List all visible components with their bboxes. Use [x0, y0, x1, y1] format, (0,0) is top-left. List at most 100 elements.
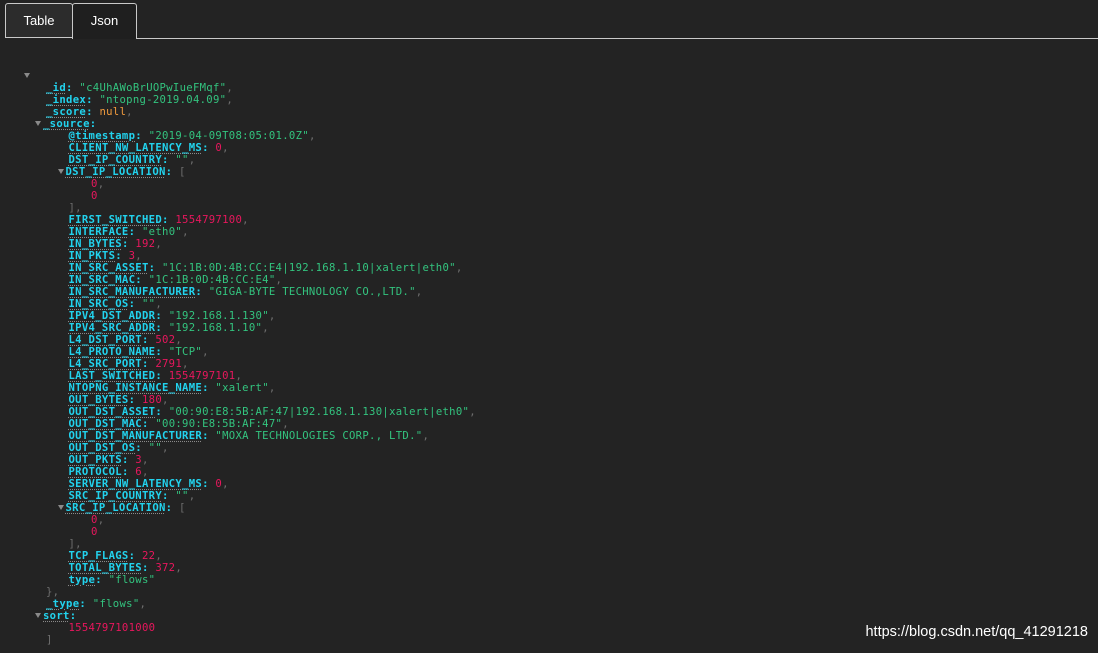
- json-comma: ,: [175, 562, 183, 574]
- json-key-timestamp[interactable]: @timestamp: [69, 130, 136, 142]
- json-key-type[interactable]: type: [69, 574, 96, 586]
- json-key-sort[interactable]: sort: [43, 610, 70, 622]
- caret-down-icon[interactable]: [35, 613, 41, 618]
- json-array-close: ],: [69, 202, 82, 214]
- json-comma: ,: [226, 94, 234, 106]
- json-key-out-dst-os[interactable]: OUT_DST_OS: [69, 442, 136, 454]
- caret-down-icon[interactable]: [24, 73, 30, 78]
- json-key-src-ip-location[interactable]: SRC_IP_LOCATION: [66, 502, 166, 514]
- json-brace-close: },: [46, 586, 60, 598]
- json-value-out-bytes: 180: [141, 394, 163, 406]
- json-row-in-src-manufacturer: IN_SRC_MANUFACTURER: "GIGA-BYTE TECHNOLO…: [69, 286, 423, 298]
- json-key-src-ip-country[interactable]: SRC_IP_COUNTRY: [69, 490, 163, 502]
- json-value-l4-src-port: 2791: [155, 358, 183, 370]
- json-value-out-dst-mac: "00:90:E8:5B:AF:47": [155, 418, 283, 430]
- json-value-id: "c4UhAWoBrUOPwIueFMqf": [79, 82, 227, 94]
- json-key-in-src-os[interactable]: IN_SRC_OS: [69, 298, 129, 310]
- json-key-out-dst-asset[interactable]: OUT_DST_ASSET: [69, 406, 156, 418]
- json-comma: ,: [222, 142, 229, 154]
- json-key-server-nw-latency-ms[interactable]: SERVER_NW_LATENCY_MS: [69, 478, 203, 490]
- json-row-tcp-flags: TCP_FLAGS: 22,: [69, 550, 163, 562]
- json-row-src-ip-country: SRC_IP_COUNTRY: "",: [69, 490, 196, 502]
- json-array-value: 0: [91, 178, 98, 190]
- json-value-text: 00:90:E8:5B:AF:47: [162, 418, 276, 430]
- json-key-interface[interactable]: INTERFACE: [69, 226, 129, 238]
- json-value-text: 1C:1B:0D:4B:CC:E4: [155, 274, 269, 286]
- json-array-value: 0: [91, 526, 98, 538]
- json-comma: ,: [262, 322, 269, 334]
- json-row-index: _index: "ntopng-2019.04.09",: [46, 94, 233, 106]
- json-key-dst-ip-location[interactable]: DST_IP_LOCATION: [66, 166, 166, 178]
- json-key-score[interactable]: _score: [46, 106, 86, 118]
- app-window: Table Json _id: "c4UhAWoBrUOPwIueFMqf", _…: [0, 0, 1098, 653]
- json-value-in-src-asset: "1C:1B:0D:4B:CC:E4|192.168.1.10|xalert|e…: [162, 262, 456, 274]
- json-colon: :: [155, 322, 169, 334]
- json-value-index: "ntopng-2019.04.09": [99, 94, 227, 106]
- json-colon: :: [141, 334, 156, 346]
- json-key-in-src-manufacturer[interactable]: IN_SRC_MANUFACTURER: [69, 286, 196, 298]
- json-key-out-dst-mac[interactable]: OUT_DST_MAC: [69, 418, 142, 430]
- json-comma: ,: [175, 334, 183, 346]
- watermark: https://blog.csdn.net/qq_41291218: [865, 624, 1088, 640]
- json-value-out-dst-os: "": [148, 442, 163, 454]
- caret-down-icon[interactable]: [35, 121, 41, 126]
- json-comma: ,: [162, 442, 169, 454]
- json-key-ipv4-src-addr[interactable]: IPV4_SRC_ADDR: [69, 322, 156, 334]
- json-key-l4-src-port[interactable]: L4_SRC_PORT: [69, 358, 142, 370]
- json-comma: ,: [188, 490, 196, 502]
- json-row-l4-dst-port: L4_DST_PORT: 502,: [69, 334, 183, 346]
- json-value-first-switched: 1554797100: [175, 214, 243, 226]
- json-colon: :: [135, 442, 149, 454]
- json-key-client-nw-latency-ms[interactable]: CLIENT_NW_LATENCY_MS: [69, 142, 203, 154]
- json-row-out-dst-os: OUT_DST_OS: "",: [69, 442, 169, 454]
- json-key-first-switched[interactable]: FIRST_SWITCHED: [69, 214, 163, 226]
- tab-table[interactable]: Table: [5, 3, 73, 38]
- json-value-l4-proto-name: "TCP": [168, 346, 203, 358]
- json-row-type: type: "flows": [69, 574, 156, 586]
- json-comma: ,: [268, 310, 276, 322]
- json-key-l4-dst-port[interactable]: L4_DST_PORT: [69, 334, 142, 346]
- json-value-total-bytes: 372: [155, 562, 176, 574]
- json-colon: :: [202, 430, 216, 442]
- json-key-ntopng-instance-name[interactable]: NTOPNG_INSTANCE_NAME: [69, 382, 203, 394]
- caret-down-icon[interactable]: [57, 169, 64, 174]
- json-key-type[interactable]: _type: [46, 598, 79, 610]
- json-key-in-bytes[interactable]: IN_BYTES: [69, 238, 122, 250]
- json-colon: :: [128, 550, 142, 562]
- tab-json[interactable]: Json: [72, 3, 137, 39]
- json-array-item: 0: [91, 190, 98, 202]
- json-key-in-src-asset[interactable]: IN_SRC_ASSET: [69, 262, 149, 274]
- json-comma: ,: [308, 130, 316, 142]
- json-row-ipv4-src-addr: IPV4_SRC_ADDR: "192.168.1.10",: [69, 322, 269, 334]
- json-key-out-bytes[interactable]: OUT_BYTES: [69, 394, 129, 406]
- json-key-protocol[interactable]: PROTOCOL: [69, 466, 122, 478]
- json-colon: :: [115, 250, 129, 262]
- json-comma: ,: [282, 418, 289, 430]
- json-key-total-bytes[interactable]: TOTAL_BYTES: [69, 562, 142, 574]
- json-value-in-src-os: "": [141, 298, 156, 310]
- json-key-out-dst-manufacturer[interactable]: OUT_DST_MANUFACTURER: [69, 430, 203, 442]
- json-key-id[interactable]: _id: [46, 82, 66, 94]
- json-key-dst-ip-country[interactable]: DST_IP_COUNTRY: [69, 154, 163, 166]
- caret-down-icon[interactable]: [57, 505, 64, 510]
- json-key-last-switched[interactable]: LAST_SWITCHED: [69, 370, 156, 382]
- json-key-in-pkts[interactable]: IN_PKTS: [69, 250, 116, 262]
- json-row-interface: INTERFACE: "eth0",: [69, 226, 189, 238]
- json-colon: :: [141, 562, 156, 574]
- json-value-ipv4-src-addr: "192.168.1.10": [168, 322, 263, 334]
- json-key-tcp-flags[interactable]: TCP_FLAGS: [69, 550, 129, 562]
- json-value-in-bytes: 192: [135, 238, 156, 250]
- json-colon: :: [162, 490, 176, 502]
- json-key-out-pkts[interactable]: OUT_PKTS: [69, 454, 122, 466]
- json-colon: :: [195, 286, 209, 298]
- json-key-ipv4-dst-addr[interactable]: IPV4_DST_ADDR: [69, 310, 156, 322]
- json-key-source[interactable]: _source: [43, 118, 90, 130]
- json-comma: ,: [97, 514, 105, 526]
- json-array-close: ]: [46, 634, 53, 646]
- json-key-index[interactable]: _index: [46, 94, 86, 106]
- json-value-src-ip-country: "": [175, 490, 189, 502]
- json-row-protocol: PROTOCOL: 6,: [69, 466, 149, 478]
- json-key-l4-proto-name[interactable]: L4_PROTO_NAME: [69, 346, 156, 358]
- json-key-in-src-mac[interactable]: IN_SRC_MAC: [69, 274, 136, 286]
- json-bracket-open: [: [172, 166, 186, 178]
